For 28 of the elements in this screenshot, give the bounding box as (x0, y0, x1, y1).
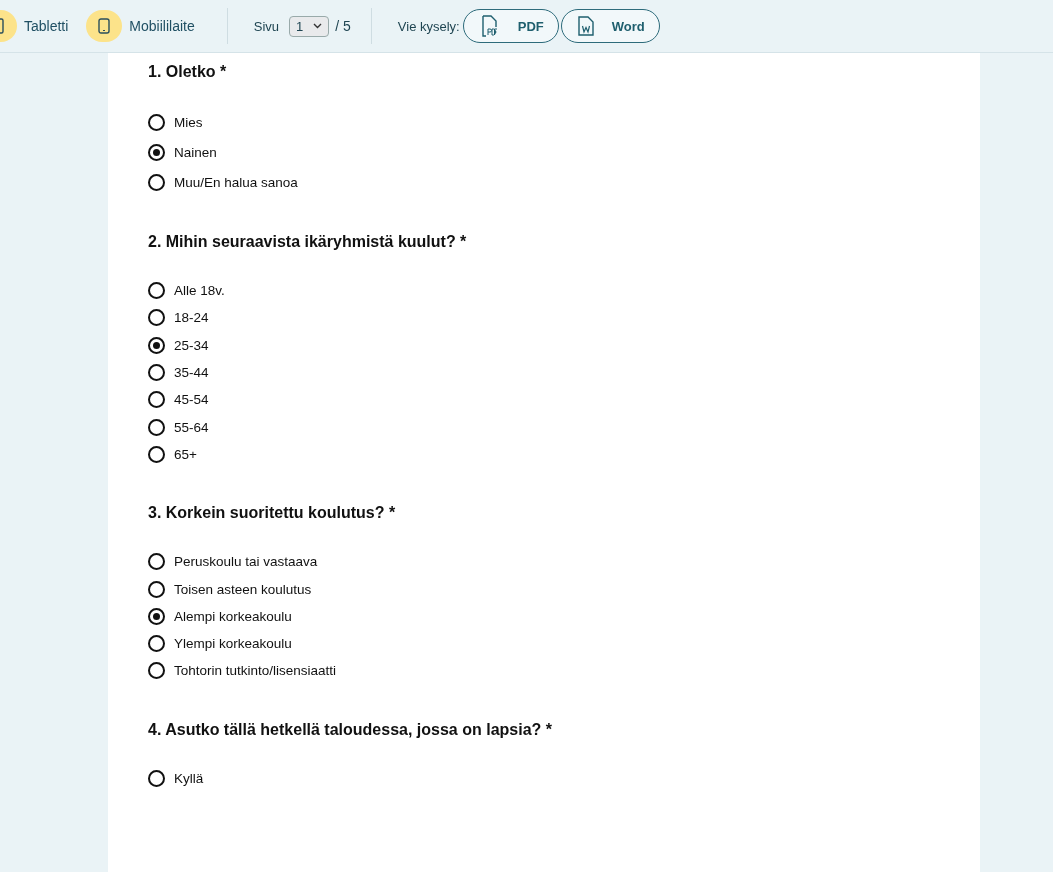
option-label: Muu/En halua sanoa (174, 174, 298, 190)
option-label: Kyllä (174, 770, 204, 786)
option-label: Toisen asteen koulutus (174, 581, 312, 597)
option-label: Mies (174, 114, 203, 130)
question-title: 4. Asutko tällä hetkellä taloudessa, jossa on lapsia? * (148, 720, 553, 739)
export-label: Vie kysely: (397, 18, 460, 34)
device-option[interactable]: Tabletti (0, 10, 81, 42)
page-total: / 5 (335, 18, 351, 34)
option-label: 25-34 (174, 337, 209, 353)
question-title: 3. Korkein suoritettu koulutus? * (148, 504, 397, 523)
page-label: Sivu (253, 18, 279, 34)
option-label: Ylempi korkeakoulu (174, 636, 292, 652)
question-title: 2. Mihin seuraavista ikäryhmistä kuulut? * (148, 233, 468, 251)
export-button[interactable]: Word (560, 9, 660, 43)
option-label: 45-54 (174, 392, 209, 408)
option-label: 55-64 (174, 419, 209, 435)
device-option[interactable]: Mobiililaite (86, 10, 207, 42)
question-title: 1. Oletko * (148, 63, 228, 81)
option-label: 65+ (174, 446, 197, 462)
option-label: Nainen (174, 144, 217, 160)
option-label: Alempi korkeakoulu (174, 608, 292, 624)
option-label: Tohtorin tutkinto/lisensiaatti (174, 663, 337, 679)
option-label: Peruskoulu tai vastaava (174, 554, 318, 570)
page-select[interactable]: 1 (289, 15, 330, 37)
option-label: Alle 18v. (174, 283, 225, 299)
export-button[interactable]: PDF (462, 9, 559, 43)
option-label: 18-24 (174, 310, 209, 326)
option-label: 35-44 (174, 365, 209, 381)
